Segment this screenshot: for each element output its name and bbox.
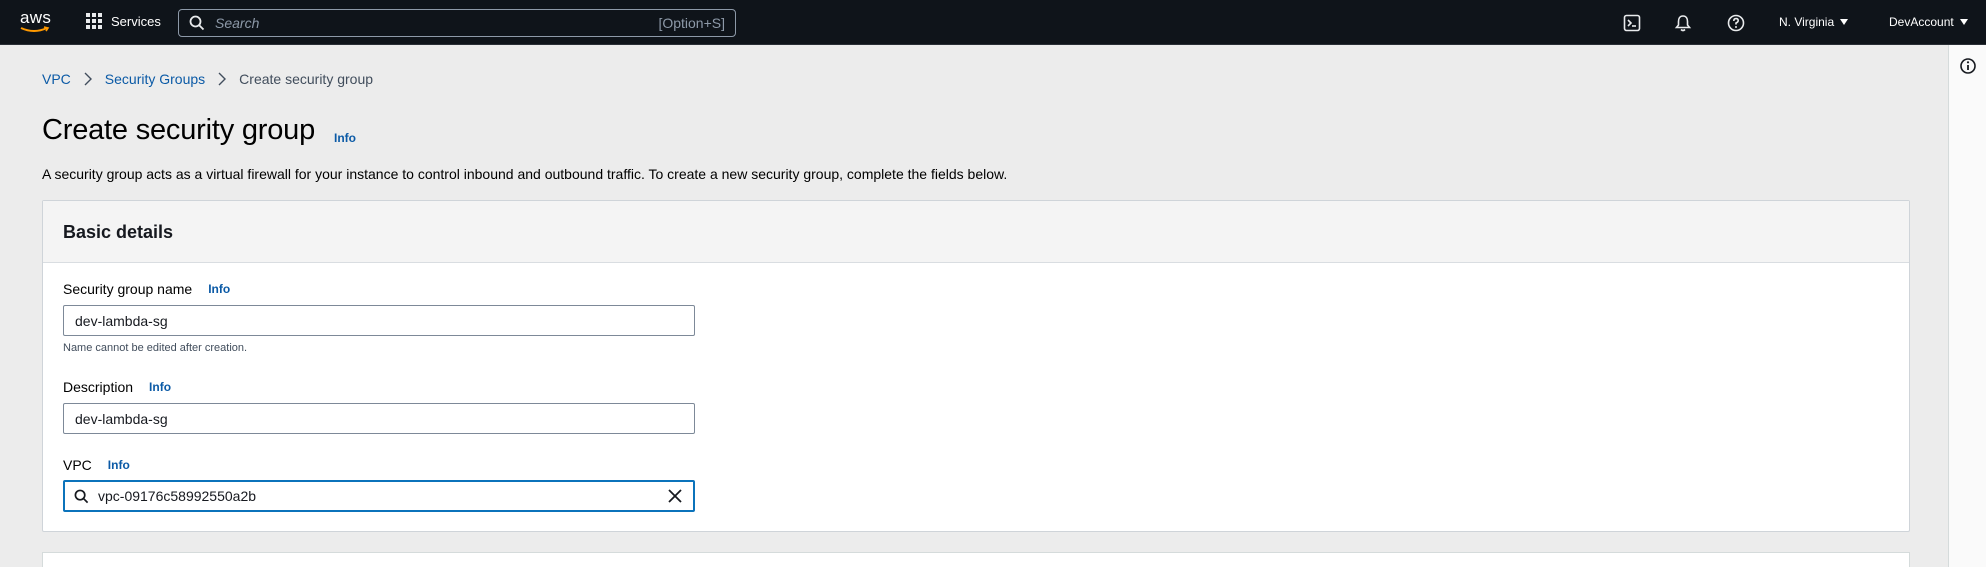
description-field[interactable] [63, 403, 695, 434]
breadcrumb-vpc[interactable]: VPC [42, 71, 71, 87]
vpc-label: VPC Info [63, 457, 130, 473]
region-label: N. Virginia [1779, 15, 1835, 29]
chevron-down-icon [1959, 19, 1968, 25]
aws-smile-icon [20, 26, 50, 32]
description-label: Description Info [63, 379, 171, 395]
services-label: Services [111, 13, 161, 29]
services-menu-button[interactable]: Services [86, 13, 161, 29]
vpc-info-link[interactable]: Info [108, 458, 130, 472]
search-input[interactable] [205, 15, 659, 31]
info-panel-icon[interactable] [1959, 57, 1977, 75]
side-rail [1948, 45, 1986, 567]
vpc-input[interactable] [89, 488, 667, 504]
description-input[interactable] [64, 404, 694, 433]
breadcrumb: VPC Security Groups Create security grou… [42, 71, 373, 87]
grid-icon [86, 13, 102, 29]
basic-details-panel: Basic details Security group name Info N… [42, 200, 1910, 532]
title-info-link[interactable]: Info [334, 131, 356, 145]
chevron-down-icon [1840, 19, 1849, 25]
breadcrumb-current: Create security group [239, 71, 374, 87]
security-group-name-label: Security group name Info [63, 281, 230, 297]
field-label-text: Description [63, 379, 134, 395]
field-label-text: VPC [63, 457, 92, 473]
page-description: A security group acts as a virtual firew… [42, 166, 1008, 182]
top-nav: aws Services [Option+S] N. Virginia [0, 0, 1986, 45]
bell-icon[interactable] [1673, 13, 1693, 33]
cloudshell-icon[interactable] [1622, 13, 1642, 33]
breadcrumb-security-groups[interactable]: Security Groups [105, 71, 205, 87]
aws-logo-text: aws [20, 8, 52, 27]
panel-heading: Basic details [63, 222, 174, 242]
panel-header: Basic details [43, 201, 1909, 263]
region-selector[interactable]: N. Virginia [1779, 15, 1849, 29]
account-menu[interactable]: DevAccount [1889, 15, 1968, 29]
search-icon [189, 15, 205, 31]
next-panel [42, 552, 1910, 567]
security-group-name-field[interactable] [63, 305, 695, 336]
vpc-select[interactable] [63, 480, 695, 512]
page-title: Create security group [42, 114, 316, 146]
security-group-name-input[interactable] [64, 306, 694, 335]
name-info-link[interactable]: Info [208, 282, 230, 296]
chevron-right-icon [84, 72, 92, 86]
field-label-text: Security group name [63, 281, 193, 297]
search-icon [74, 489, 89, 503]
account-label: DevAccount [1889, 15, 1954, 29]
description-info-link[interactable]: Info [149, 380, 171, 394]
search-box[interactable]: [Option+S] [178, 9, 736, 37]
name-hint: Name cannot be edited after creation. [63, 342, 248, 354]
aws-logo[interactable]: aws [20, 8, 54, 36]
search-shortcut: [Option+S] [658, 15, 725, 31]
help-icon[interactable] [1726, 13, 1746, 33]
close-icon[interactable] [667, 488, 683, 504]
chevron-right-icon [218, 72, 227, 86]
